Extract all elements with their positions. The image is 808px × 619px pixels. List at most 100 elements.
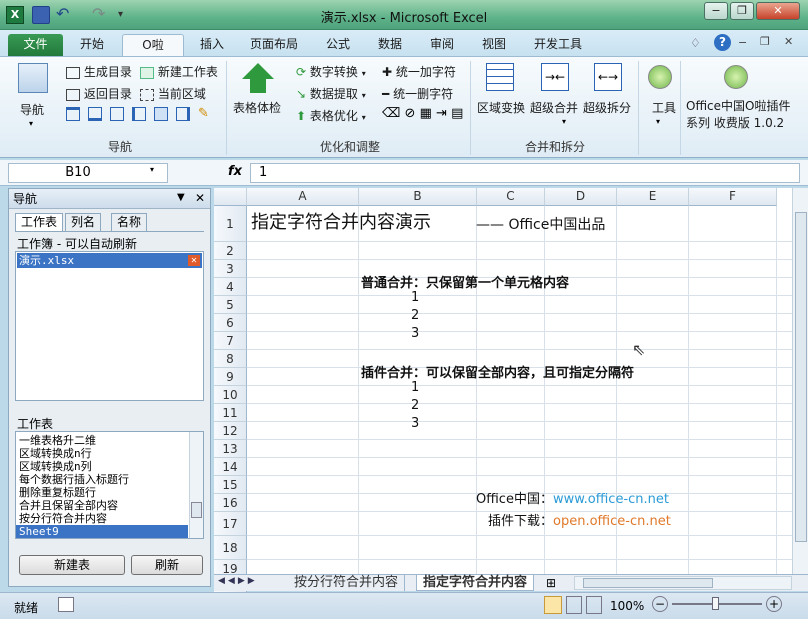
page-layout-view-icon[interactable]	[566, 596, 582, 614]
cell-c16[interactable]: Office中国：www.office-cn.net	[476, 488, 669, 507]
help-icon[interactable]: ?	[714, 34, 731, 51]
del-chars-button[interactable]: ━ 统一删字符	[382, 85, 453, 102]
zoom-in-icon[interactable]: +	[766, 596, 782, 612]
region-transform-icon[interactable]	[486, 63, 514, 91]
fill-icon[interactable]	[154, 107, 168, 121]
tab-ola[interactable]: O啦	[122, 34, 184, 56]
name-box[interactable]: B10	[8, 163, 168, 183]
slash-icon[interactable]: ⊘	[405, 106, 416, 121]
row-header[interactable]: 3	[214, 260, 247, 278]
column-header[interactable]: D	[545, 188, 617, 206]
download-link[interactable]: open.office-cn.net	[553, 514, 671, 529]
zoom-level[interactable]: 100%	[610, 599, 644, 613]
plugin-label-1[interactable]: Office中国O啦插件	[686, 97, 790, 114]
plugin-icon[interactable]	[724, 65, 748, 89]
current-region-button[interactable]: 当前区域	[140, 85, 206, 102]
workbook-item[interactable]: 演示.xlsx	[17, 253, 202, 268]
tab-sheets[interactable]: 工作表	[15, 213, 64, 231]
row-header[interactable]: 18	[214, 536, 247, 560]
sheet-list-item[interactable]: 区域转换成n列	[16, 460, 188, 473]
row-header[interactable]: 4	[214, 278, 247, 296]
sheet-tab-active[interactable]: 指定字符合并内容	[416, 575, 535, 591]
minimize-button[interactable]: −	[704, 2, 728, 20]
cell-b9[interactable]: 插件合并：可以保留全部内容，且可指定分隔符	[361, 362, 634, 381]
sheet-list-item[interactable]: 删除重复标题行	[16, 486, 188, 499]
row-header[interactable]: 14	[214, 458, 247, 476]
normal-view-icon[interactable]	[544, 596, 562, 614]
cell-c1[interactable]: —— Office中国出品	[476, 214, 605, 234]
column-header[interactable]: A	[247, 188, 359, 206]
tab-formulas[interactable]: 公式	[316, 34, 360, 56]
insert-sheet-icon[interactable]: ⊞	[546, 576, 556, 590]
cell-b10[interactable]: 1	[411, 380, 419, 395]
column-header[interactable]: E	[617, 188, 689, 206]
close-button[interactable]: ✕	[756, 2, 800, 20]
super-merge-icon[interactable]: →←	[541, 63, 569, 91]
new-sheet-pane-button[interactable]: 新建表	[19, 555, 125, 575]
sheet-list-item[interactable]: Sheet9	[16, 525, 188, 538]
row-header[interactable]: 6	[214, 314, 247, 332]
super-split-label[interactable]: 超级拆分	[583, 99, 631, 116]
ribbon-collapse-icon[interactable]: ♢	[690, 36, 701, 50]
tab-names[interactable]: 名称	[111, 213, 148, 231]
row-header[interactable]: 10	[214, 386, 247, 404]
freeze-left-icon[interactable]	[132, 107, 146, 121]
row-header[interactable]: 7	[214, 332, 247, 350]
select-all-corner[interactable]	[214, 188, 247, 206]
tab-columns[interactable]: 列名	[65, 213, 102, 231]
move-icon[interactable]: ⇥	[436, 106, 447, 121]
sheet-list-item[interactable]: 每个数据行插入标题行	[16, 473, 188, 486]
num-convert-button[interactable]: ⟳ 数字转换 ▾	[296, 63, 366, 80]
zoom-slider-thumb[interactable]	[712, 597, 719, 610]
sheet-list-item[interactable]: 合并且保留全部内容	[16, 499, 188, 512]
back-toc-button[interactable]: 返回目录	[66, 85, 132, 102]
cell-b11[interactable]: 2	[411, 398, 419, 413]
formula-input[interactable]: 1	[250, 163, 800, 183]
row-header[interactable]: 17	[214, 512, 247, 536]
tab-data[interactable]: 数据	[368, 34, 412, 56]
freeze-top-icon[interactable]	[66, 107, 80, 121]
close-workbook-icon[interactable]: ✕	[188, 255, 200, 266]
horizontal-scrollbar[interactable]	[574, 576, 792, 590]
row-header[interactable]: 16	[214, 494, 247, 512]
tab-review[interactable]: 审阅	[420, 34, 464, 56]
row-header[interactable]: 9	[214, 368, 247, 386]
table-check-icon[interactable]	[240, 61, 276, 93]
column-header[interactable]: F	[689, 188, 777, 206]
tools-icon[interactable]	[648, 65, 672, 89]
restore-button[interactable]: ❐	[730, 2, 754, 20]
scroll-thumb[interactable]	[795, 212, 807, 542]
macro-record-icon[interactable]	[58, 597, 74, 612]
super-split-icon[interactable]: ←→	[594, 63, 622, 91]
row-header[interactable]: 8	[214, 350, 247, 368]
insert-function-button[interactable]: fx	[228, 164, 242, 179]
page-break-view-icon[interactable]	[586, 596, 602, 614]
scroll-thumb[interactable]	[583, 578, 713, 588]
doc-close-icon[interactable]: ✕	[784, 35, 793, 48]
table-optimize-button[interactable]: ⬆ 表格优化 ▾	[296, 107, 366, 124]
tab-file[interactable]: 文件	[8, 34, 63, 56]
row-header[interactable]: 2	[214, 242, 247, 260]
navigation-pane-icon[interactable]	[18, 63, 48, 93]
zoom-out-icon[interactable]: −	[652, 596, 668, 612]
chevron-down-icon[interactable]: ▾	[150, 165, 154, 174]
pane-menu-icon[interactable]: ▼	[177, 192, 185, 203]
data-extract-button[interactable]: ↘ 数据提取 ▾	[296, 85, 366, 102]
cell-b7[interactable]: 3	[411, 326, 419, 341]
row-header[interactable]: 12	[214, 422, 247, 440]
frame-icon[interactable]	[110, 107, 124, 121]
tab-developer[interactable]: 开发工具	[524, 34, 592, 56]
spreadsheet-grid[interactable]: ABCDEF 1234567891011121314151617181920 指…	[214, 188, 808, 596]
cell-c17[interactable]: 插件下载：open.office-cn.net	[488, 510, 671, 529]
eraser-icon[interactable]: ⌫	[382, 106, 400, 121]
sheet-list-item[interactable]: 区域转换成n行	[16, 447, 188, 460]
cell-b4[interactable]: 普通合并：只保留第一个单元格内容	[361, 272, 569, 291]
calc-icon[interactable]: ▤	[451, 106, 463, 121]
freeze-right-icon[interactable]	[176, 107, 190, 121]
plugin-label-2[interactable]: 系列 收费版 1.0.2	[686, 114, 784, 131]
row-header[interactable]: 13	[214, 440, 247, 458]
table-check-label[interactable]: 表格体检	[233, 99, 281, 116]
nav-button-label[interactable]: 导航	[20, 101, 44, 118]
cell-b5[interactable]: 1	[411, 290, 419, 305]
sheet-list-item[interactable]: 一维表格升二维	[16, 434, 188, 447]
